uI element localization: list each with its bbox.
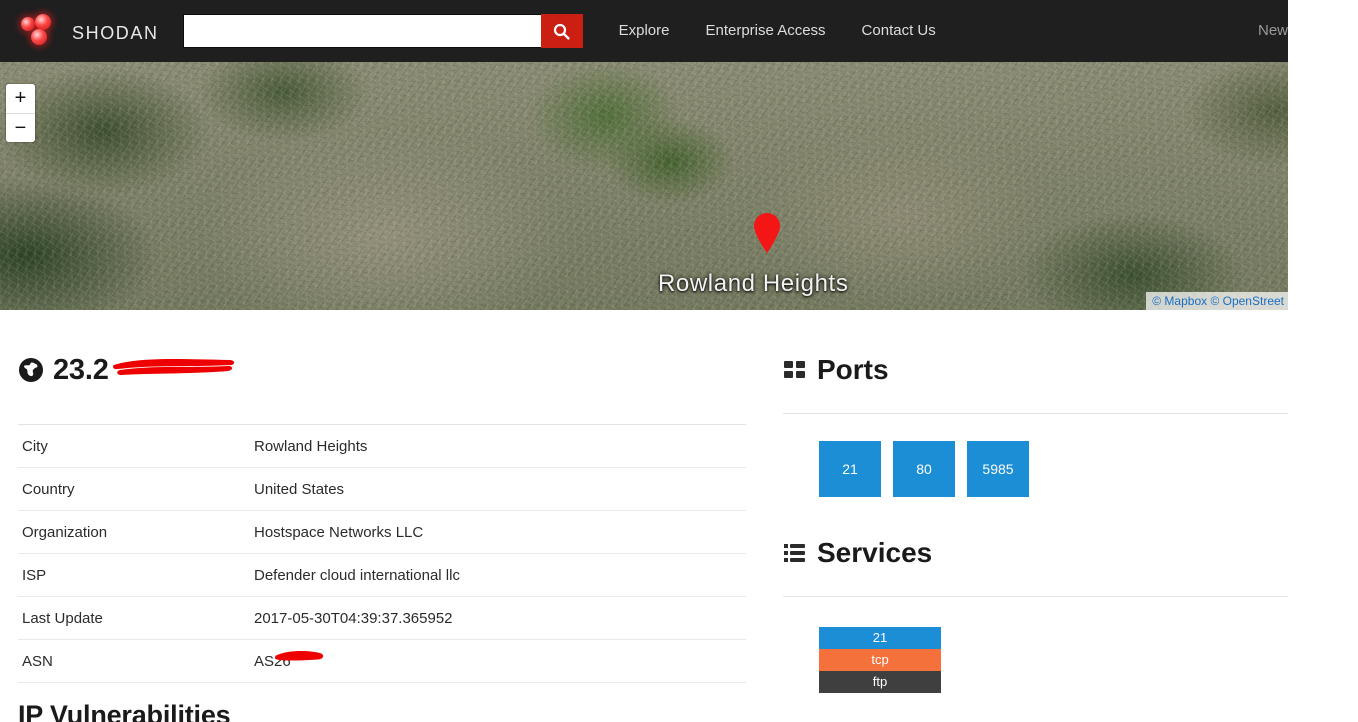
service-name: ftp: [819, 671, 941, 693]
search-form: [183, 14, 583, 48]
host-details-column: 23.2 City Rowland Heights Country United…: [18, 310, 746, 683]
top-navbar: Shodan Explore Enterprise Access Contact…: [0, 0, 1288, 62]
detail-key: City: [18, 425, 254, 468]
nav-item-explore[interactable]: Explore: [601, 0, 688, 62]
nav-links: Explore Enterprise Access Contact Us: [601, 0, 954, 62]
map-place-label: Rowland Heights: [658, 270, 848, 298]
service-card[interactable]: 21 tcp ftp: [819, 627, 941, 693]
port-tile[interactable]: 5985: [967, 441, 1029, 497]
ip-redaction-mark: [110, 353, 238, 379]
detail-value: Rowland Heights: [254, 425, 746, 468]
globe-icon: [18, 357, 44, 383]
service-protocol: tcp: [819, 649, 941, 671]
service-port: 21: [819, 627, 941, 649]
detail-key: Organization: [18, 511, 254, 554]
ports-list: 21 80 5985: [783, 441, 1288, 497]
nav-item-enterprise-access[interactable]: Enterprise Access: [687, 0, 843, 62]
map-zoom-out-button[interactable]: −: [6, 113, 35, 142]
detail-key: Last Update: [18, 597, 254, 640]
table-row: Country United States: [18, 468, 746, 511]
port-tile[interactable]: 21: [819, 441, 881, 497]
nav-right-group: New: [1258, 0, 1288, 62]
detail-value: Defender cloud international llc: [254, 554, 746, 597]
services-list: 21 tcp ftp: [783, 627, 1288, 693]
detail-value: 2017-05-30T04:39:37.365952: [254, 597, 746, 640]
brand-name: Shodan: [72, 17, 159, 46]
table-row: ISP Defender cloud international llc: [18, 554, 746, 597]
search-icon: [553, 23, 570, 40]
nav-item-new[interactable]: New: [1258, 0, 1288, 62]
host-details-table: City Rowland Heights Country United Stat…: [18, 425, 746, 683]
table-row: Organization Hostspace Networks LLC: [18, 511, 746, 554]
host-ip-address: 23.2: [53, 354, 109, 387]
map-zoom-controls: + −: [6, 84, 35, 142]
services-title-text: Services: [817, 537, 932, 569]
detail-value: Hostspace Networks LLC: [254, 511, 746, 554]
detail-value: United States: [254, 468, 746, 511]
list-icon: [783, 541, 807, 565]
map-location-marker-icon[interactable]: [752, 212, 782, 254]
ports-title-text: Ports: [817, 354, 889, 386]
detail-value-asn: AS26: [254, 640, 746, 683]
shodan-logo-link[interactable]: Shodan: [0, 0, 177, 62]
port-tile[interactable]: 80: [893, 441, 955, 497]
shodan-dots-icon: [20, 12, 62, 50]
detail-value-text: AS26: [254, 653, 291, 670]
nav-item-contact-us[interactable]: Contact Us: [844, 0, 954, 62]
host-content: 23.2 City Rowland Heights Country United…: [0, 310, 1358, 722]
location-map[interactable]: + − Rowland Heights © Mapbox © OpenStree…: [0, 62, 1288, 310]
map-attribution[interactable]: © Mapbox © OpenStreet: [1146, 292, 1288, 310]
table-row: Last Update 2017-05-30T04:39:37.365952: [18, 597, 746, 640]
ports-services-column: Ports 21 80 5985 Services: [783, 310, 1288, 693]
map-texture-overlay-secondary: [0, 62, 1288, 310]
services-divider: [783, 596, 1288, 597]
table-row: City Rowland Heights: [18, 425, 746, 468]
vulnerabilities-heading-cut: IP Vulnerabilities: [18, 700, 230, 722]
table-row: ASN AS26: [18, 640, 746, 683]
search-button[interactable]: [541, 14, 583, 48]
detail-key: Country: [18, 468, 254, 511]
ports-section-title: Ports: [783, 350, 1288, 390]
detail-key: ISP: [18, 554, 254, 597]
services-section-title: Services: [783, 533, 1288, 573]
page-title: 23.2: [18, 350, 746, 390]
detail-key: ASN: [18, 640, 254, 683]
map-zoom-in-button[interactable]: +: [6, 84, 35, 113]
grid-icon: [783, 358, 807, 382]
ports-divider: [783, 413, 1288, 414]
search-input[interactable]: [183, 14, 541, 48]
